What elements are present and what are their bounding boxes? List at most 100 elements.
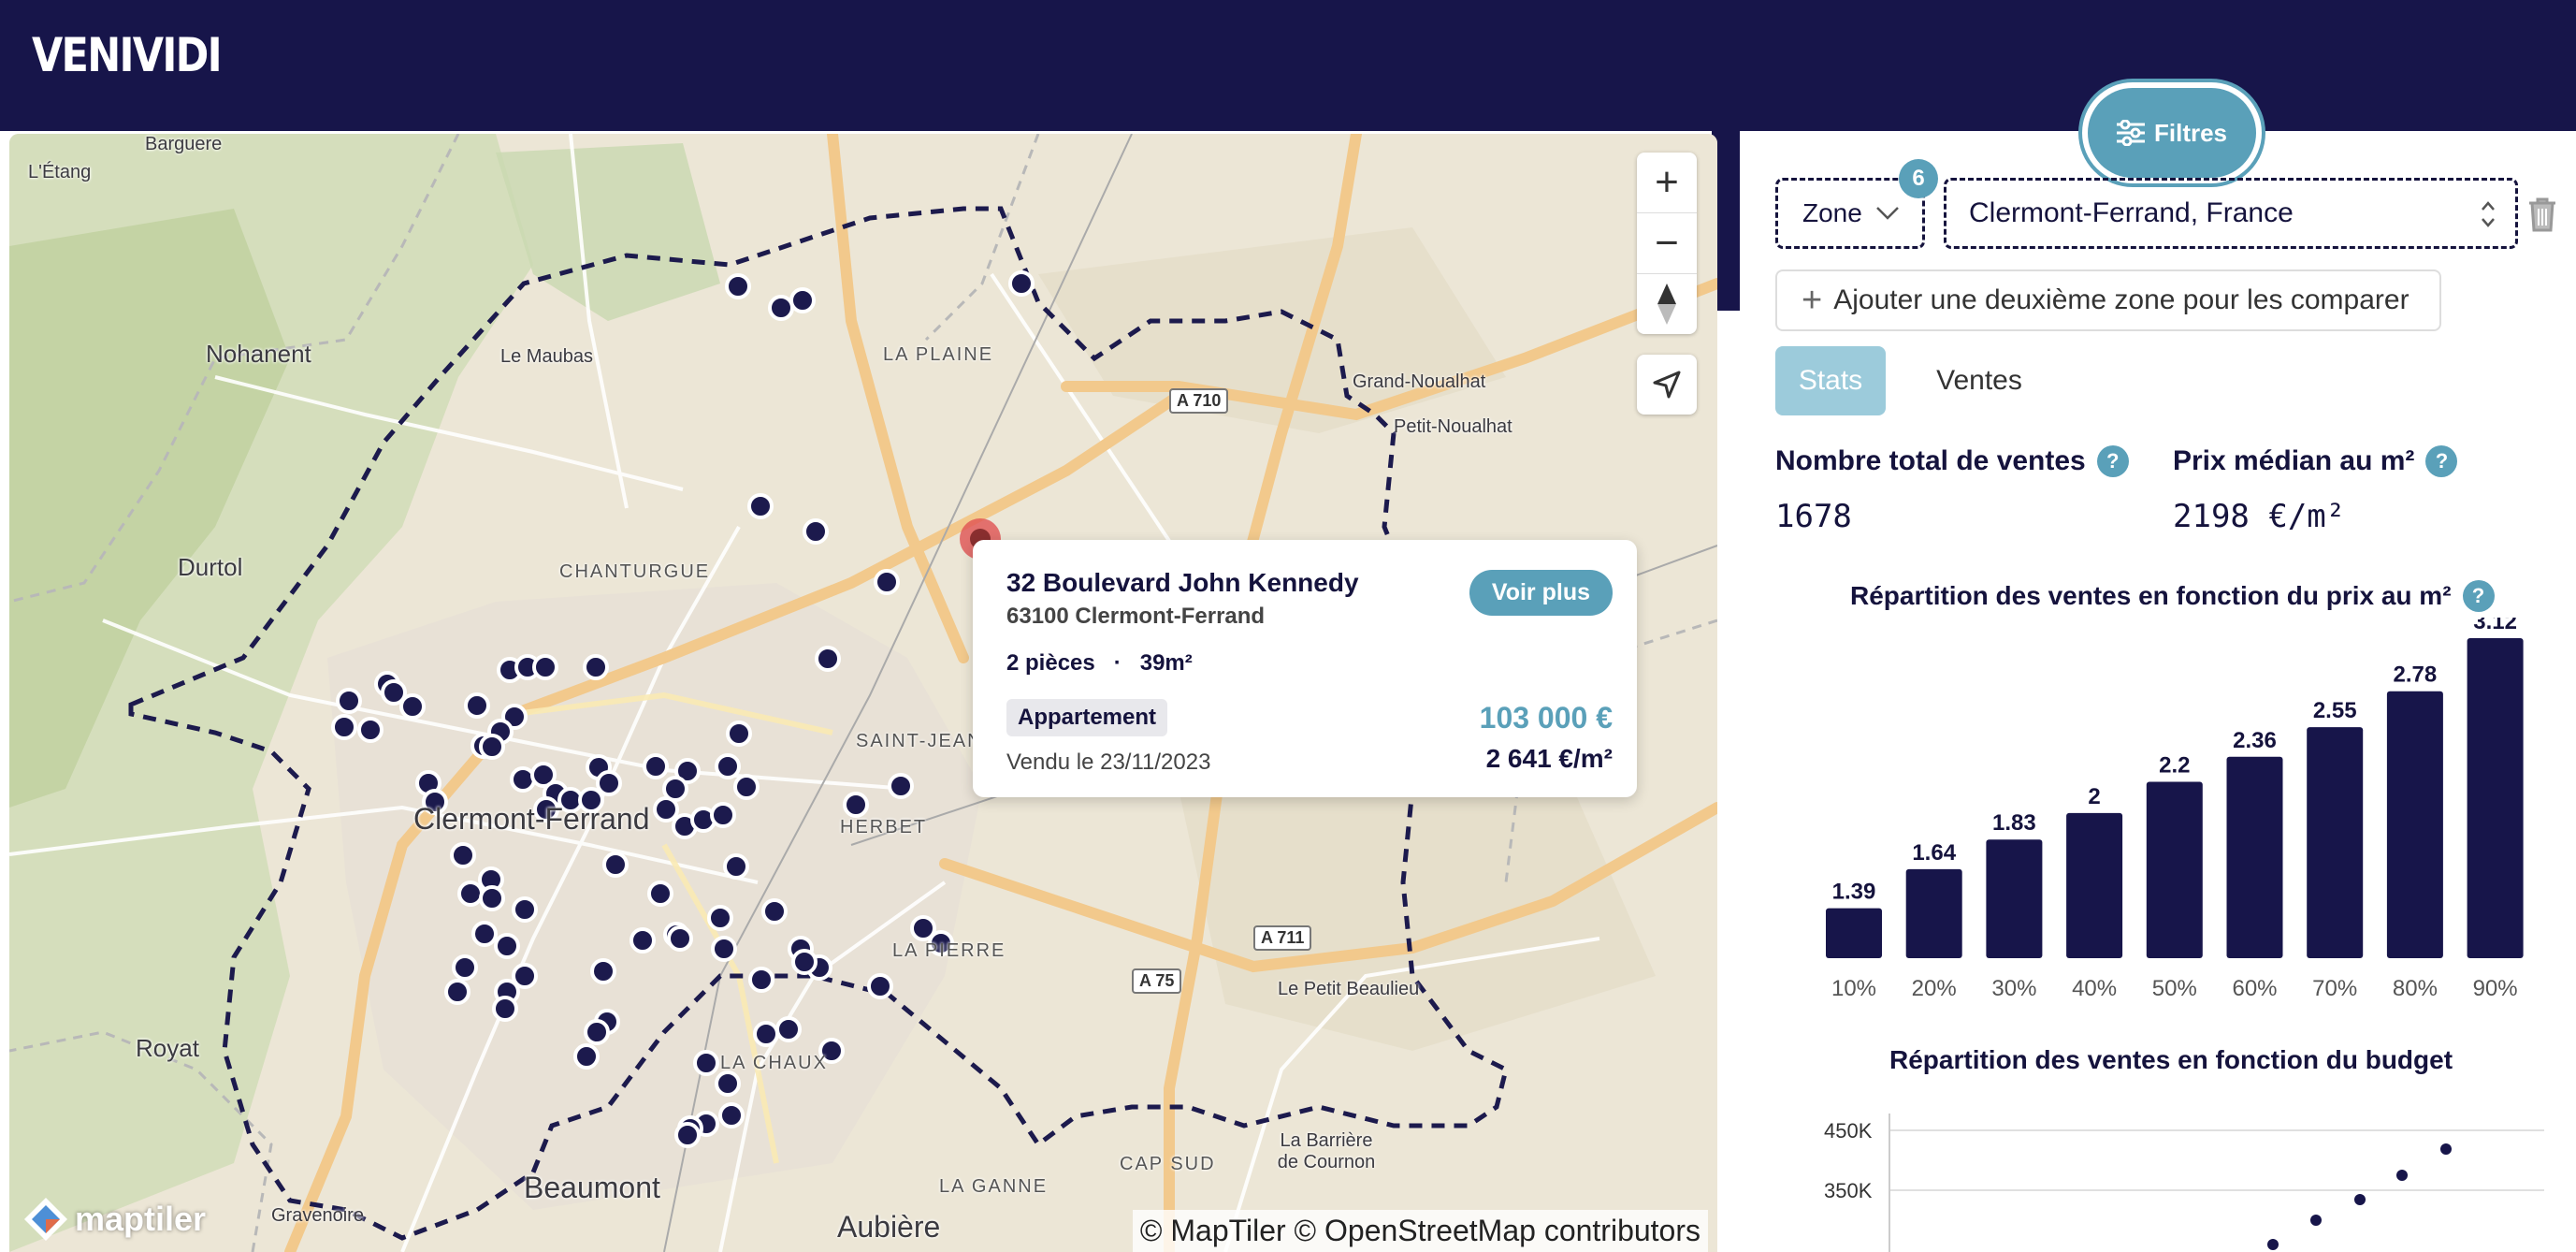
x-tick-label: 50% [2152, 976, 2197, 1001]
x-tick-label: 30% [1991, 976, 2036, 1001]
budget-distribution-chart: 450K 350K [1824, 1114, 2544, 1252]
place-label: Barguere [145, 134, 223, 154]
stat-label-median-price: Prix médian au m² ? [2173, 445, 2458, 477]
maptiler-logo[interactable]: maptiler [22, 1196, 206, 1243]
stat-label-text: Nombre total de ventes [1775, 445, 2086, 476]
x-tick-label: 10% [1831, 976, 1876, 1001]
place-label: Beaumont [524, 1171, 660, 1204]
bar[interactable] [2467, 638, 2524, 958]
tab-ventes[interactable]: Ventes [1914, 346, 2045, 415]
filters-label: Filtres [2153, 118, 2228, 147]
bar[interactable] [2066, 812, 2123, 958]
bar[interactable] [2226, 756, 2283, 958]
popup-price-per-m2: 2 641 €/m² [1485, 744, 1613, 773]
place-label: CHANTURGUE [559, 561, 711, 582]
scatter-point[interactable] [2396, 1170, 2408, 1181]
x-tick-label: 80% [2393, 976, 2438, 1001]
place-label: Durtol [178, 553, 243, 581]
x-tick-label: 40% [2072, 976, 2117, 1001]
stat-value-total-sales: 1678 [1775, 498, 1852, 535]
bar-value-label: 2.2 [2159, 752, 2190, 778]
zoom-controls: + − [1637, 153, 1697, 334]
geolocate-control [1637, 355, 1697, 415]
bar-value-label: 1.39 [1832, 880, 1876, 905]
scatter-point[interactable] [2310, 1215, 2322, 1226]
updown-chevron-icon [2482, 201, 2495, 227]
popup-address-title: 32 Boulevard John Kennedy [1006, 568, 1359, 597]
road-shield: A 75 [1132, 968, 1182, 994]
place-label: LA GANNE [939, 1176, 1049, 1197]
plus-icon: + [1655, 159, 1679, 205]
bar[interactable] [1905, 868, 1962, 958]
zoom-in-button[interactable]: + [1637, 153, 1697, 213]
y-tick-label: 350K [1824, 1179, 1873, 1202]
maptiler-icon [24, 1198, 67, 1241]
location-arrow-icon [1653, 371, 1681, 399]
road-shield: A 710 [1169, 388, 1229, 414]
maptiler-text: maptiler [75, 1200, 207, 1238]
x-tick-label: 60% [2232, 976, 2277, 1001]
geolocate-button[interactable] [1637, 355, 1697, 415]
filters-button[interactable]: Filtres [2088, 88, 2256, 178]
bar-value-label: 1.83 [1992, 810, 2036, 836]
city-select[interactable]: Clermont-Ferrand, France [1944, 178, 2518, 249]
add-zone-button[interactable]: + Ajouter une deuxième zone pour les com… [1775, 269, 2441, 331]
compass-icon [1657, 284, 1676, 325]
bar-value-label: 2.55 [2313, 698, 2357, 723]
chart-title-text: Répartition des ventes en fonction du bu… [1889, 1045, 2453, 1074]
x-tick-label: 20% [1912, 976, 1957, 1001]
bar-value-label: 2.36 [2233, 728, 2277, 753]
map-attribution[interactable]: © MapTiler © OpenStreetMap contributors [1132, 1210, 1708, 1252]
minus-icon: − [1655, 220, 1679, 266]
bar-value-label: 2 [2088, 784, 2100, 809]
popup-meta: 2 pièces · 39m² [1006, 650, 1193, 676]
city-value: Clermont-Ferrand, France [1969, 197, 2294, 228]
place-label: CAP SUD [1120, 1154, 1216, 1174]
tab-stats[interactable]: Stats [1775, 346, 1886, 415]
compass-button[interactable] [1637, 274, 1697, 334]
bar[interactable] [2386, 691, 2443, 958]
bar[interactable] [1986, 839, 2043, 958]
popup-sold-date: Vendu le 23/11/2023 [1006, 750, 1211, 775]
popup-price: 103 000 € [1479, 701, 1613, 735]
map-view[interactable]: Barguere L'Étang Nohanent Le Maubas LA P… [9, 134, 1717, 1252]
help-icon[interactable]: ? [2425, 445, 2458, 477]
plus-icon: + [1802, 280, 1823, 320]
scatter-point[interactable] [2354, 1194, 2366, 1205]
help-icon[interactable]: ? [2096, 445, 2129, 477]
place-label: LA CHAUX [720, 1053, 828, 1073]
scatter-point[interactable] [2440, 1143, 2452, 1155]
place-label: Clermont-Ferrand [413, 802, 650, 836]
place-label: LA PLAINE [883, 344, 994, 365]
bar[interactable] [1826, 908, 1882, 958]
filter-count-badge: 6 [1899, 159, 1938, 198]
bar-value-label: 3.12 [2473, 618, 2517, 634]
place-label: Royat [136, 1034, 199, 1062]
x-tick-label: 90% [2473, 976, 2518, 1001]
bar[interactable] [2307, 727, 2364, 958]
add-zone-label: Ajouter une deuxième zone pour les compa… [1833, 284, 2410, 315]
help-icon[interactable]: ? [2462, 580, 2495, 612]
place-label: Nohanent [206, 340, 311, 368]
property-type-badge: Appartement [1006, 699, 1168, 736]
popup-postal-address: 63100 Clermont-Ferrand [1006, 604, 1266, 629]
place-label: Le Maubas [500, 346, 593, 367]
chevron-down-icon [1875, 207, 1899, 220]
stat-label-text: Prix médian au m² [2173, 445, 2415, 476]
sale-popup: 32 Boulevard John Kennedy 63100 Clermont… [973, 540, 1637, 797]
bar-value-label: 1.64 [1912, 840, 1956, 866]
bar[interactable] [2146, 781, 2203, 958]
chart-title-price-distribution: Répartition des ventes en fonction du pr… [1850, 580, 2495, 612]
stat-value-median-price: 2198 €/m² [2173, 498, 2346, 535]
place-label: Aubière [837, 1210, 941, 1244]
scatter-point[interactable] [2267, 1239, 2279, 1250]
voir-plus-button[interactable]: Voir plus [1469, 570, 1613, 616]
trash-icon[interactable] [2527, 197, 2557, 232]
brand-logo[interactable]: VENIVIDI [32, 28, 223, 82]
zoom-out-button[interactable]: − [1637, 213, 1697, 274]
bar-value-label: 2.78 [2394, 662, 2438, 688]
road-shield: A 711 [1253, 925, 1312, 951]
chart-title-text: Répartition des ventes en fonction du pr… [1850, 581, 2452, 610]
x-tick-label: 70% [2312, 976, 2357, 1001]
zone-label: Zone [1802, 198, 1862, 227]
